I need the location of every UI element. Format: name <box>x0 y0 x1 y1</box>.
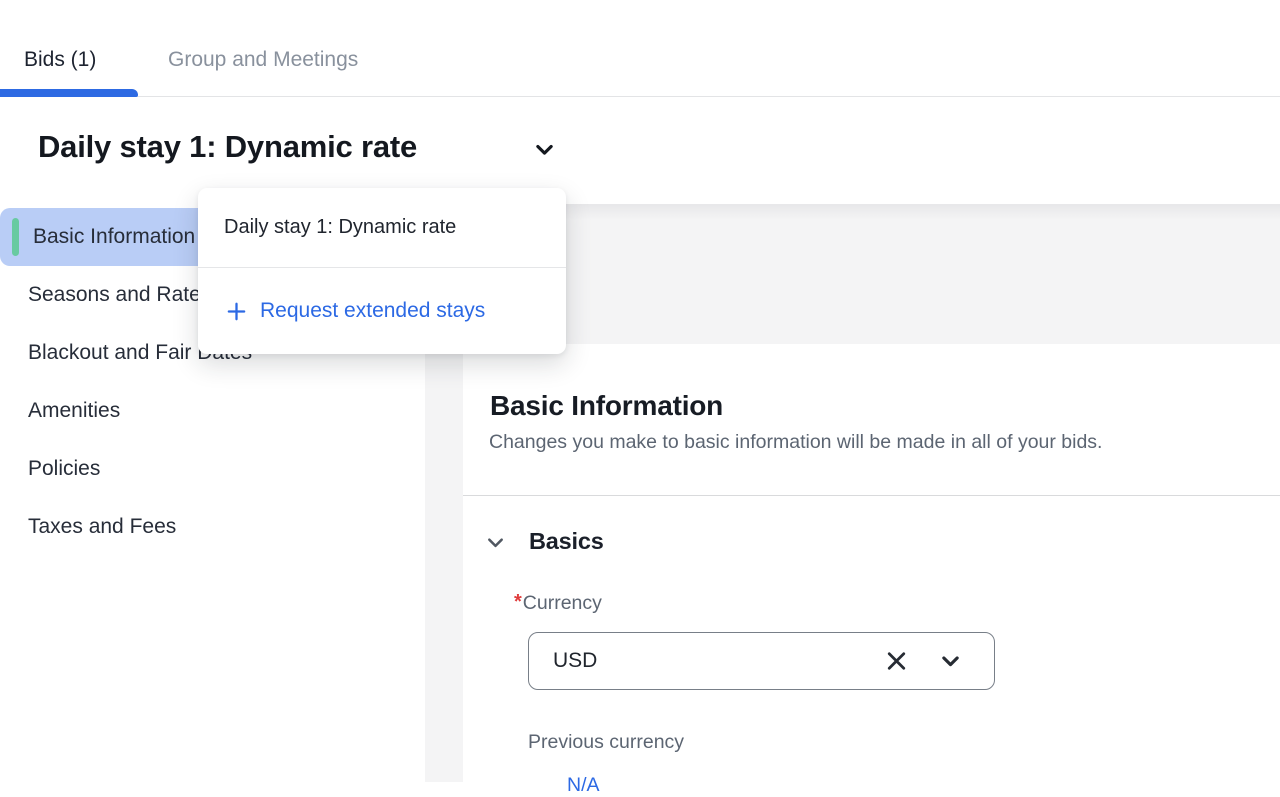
content-heading: Basic Information <box>490 389 723 423</box>
section-divider <box>463 495 1280 496</box>
page-header: Daily stay 1: Dynamic rate <box>0 97 1280 204</box>
sidebar-item-label: Taxes and Fees <box>28 515 176 539</box>
tab-bids[interactable]: Bids (1) <box>24 47 96 73</box>
currency-select-value: USD <box>553 649 597 673</box>
selected-accent-bar <box>12 218 19 256</box>
currency-field-label: Currency <box>523 591 602 616</box>
previous-currency-label: Previous currency <box>528 730 684 755</box>
chevron-down-icon[interactable] <box>482 529 509 556</box>
bid-editor-page: { "tabs": { "items": [ { "label": "Bids … <box>0 0 1280 782</box>
tab-bar: Bids (1) Group and Meetings <box>0 0 1280 97</box>
request-extended-stays-label: Request extended stays <box>260 299 485 323</box>
request-extended-stays-button[interactable]: Request extended stays <box>198 268 566 354</box>
sidebar-item-label: Amenities <box>28 399 120 423</box>
sidebar-item-label: Basic Information <box>33 225 195 249</box>
sidebar-item-amenities[interactable]: Amenities <box>0 382 425 440</box>
sidebar-item-taxes-and-fees[interactable]: Taxes and Fees <box>0 498 425 556</box>
tab-group-and-meetings[interactable]: Group and Meetings <box>168 47 358 73</box>
currency-field-label-row: * Currency <box>514 591 602 616</box>
currency-select[interactable]: USD <box>528 632 995 690</box>
chevron-down-icon[interactable] <box>530 135 559 164</box>
sidebar-item-label: Seasons and Rates <box>28 283 211 307</box>
plus-icon <box>225 300 248 323</box>
chevron-down-icon[interactable] <box>936 647 965 676</box>
clear-icon[interactable] <box>882 647 911 676</box>
sidebar-item-policies[interactable]: Policies <box>0 440 425 498</box>
required-marker: * <box>514 591 522 614</box>
page-title[interactable]: Daily stay 1: Dynamic rate <box>38 127 417 167</box>
basics-section-title: Basics <box>529 526 604 556</box>
previous-currency-value[interactable]: N/A <box>567 774 600 797</box>
active-tab-indicator <box>0 89 138 97</box>
content-subheading: Changes you make to basic information wi… <box>489 430 1102 454</box>
bid-dropdown-menu: Daily stay 1: Dynamic rate Request exten… <box>198 188 566 354</box>
dropdown-item-daily-stay[interactable]: Daily stay 1: Dynamic rate <box>198 188 566 267</box>
content-card: Basic Information Changes you make to ba… <box>463 344 1280 782</box>
sidebar-item-label: Policies <box>28 457 100 481</box>
